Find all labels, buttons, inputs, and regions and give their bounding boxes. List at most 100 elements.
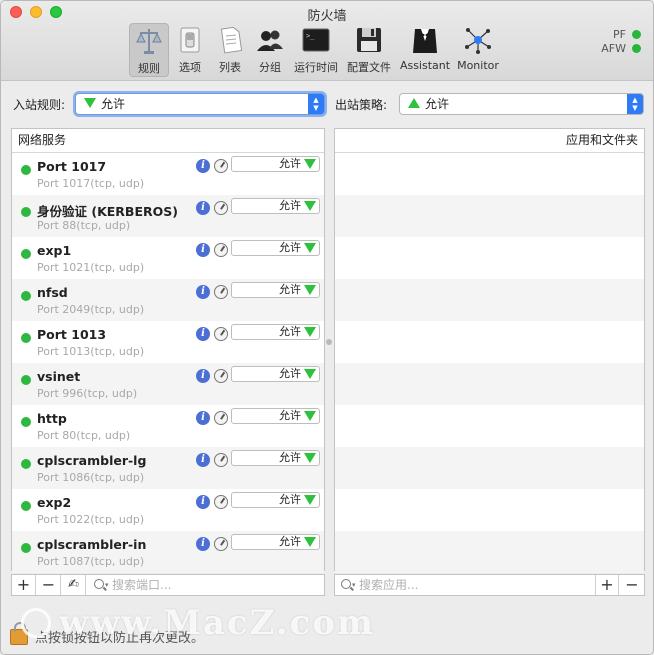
service-name: http [37, 411, 67, 426]
info-icon[interactable]: i [196, 201, 210, 215]
tab-assistant[interactable]: Assistant [397, 23, 453, 77]
info-icon[interactable]: i [196, 537, 210, 551]
tab-monitor[interactable]: Monitor [455, 23, 501, 77]
titlebar: 防火墙 规则 选项 列表 分组 >_ 运行时间 配置文件 Assistant M… [1, 1, 653, 81]
allow-down-arrow-icon [304, 495, 316, 505]
watermark-text: www.MacZ.com [59, 603, 376, 643]
service-policy-select[interactable]: 允许 [231, 492, 320, 508]
service-policy-select[interactable]: 允许 [231, 156, 320, 172]
tab-rules[interactable]: 规则 [129, 23, 169, 77]
apps-header: 应用和文件夹 [335, 129, 644, 153]
edit-service-button[interactable]: ✍ [62, 575, 86, 595]
service-policy-select[interactable]: 允许 [231, 198, 320, 214]
watermark-logo-icon [21, 608, 51, 638]
app-row [335, 195, 644, 237]
tab-profiles[interactable]: 配置文件 [345, 23, 393, 77]
tab-groups[interactable]: 分组 [253, 23, 287, 77]
tab-groups-label: 分组 [259, 61, 281, 74]
service-status-dot [21, 333, 31, 343]
info-icon[interactable]: i [196, 243, 210, 257]
service-policy-select[interactable]: 允许 [231, 240, 320, 256]
tab-profiles-label: 配置文件 [347, 61, 391, 74]
service-row[interactable]: exp1 Port 1021(tcp, udp) i 允许 [12, 237, 324, 279]
search-apps-input[interactable]: ▾ 搜索应用... [335, 575, 595, 595]
tab-runtime[interactable]: >_ 运行时间 [291, 23, 341, 77]
tab-options-label: 选项 [179, 61, 201, 74]
remove-service-button[interactable]: − [37, 575, 61, 595]
tab-monitor-label: Monitor [457, 59, 499, 72]
service-row[interactable]: 身份验证 (KERBEROS) Port 88(tcp, udp) i 允许 [12, 195, 324, 237]
service-port: Port 1021(tcp, udp) [37, 261, 145, 274]
gauge-icon[interactable] [214, 201, 228, 215]
outbound-policy-select[interactable]: 允许 ▲ ▼ [399, 93, 644, 115]
allow-down-arrow-icon [304, 537, 316, 547]
service-port: Port 80(tcp, udp) [37, 429, 131, 442]
info-icon[interactable]: i [196, 411, 210, 425]
info-icon[interactable]: i [196, 327, 210, 341]
tab-rules-label: 规则 [138, 62, 160, 75]
service-status-dot [21, 375, 31, 385]
info-icon[interactable]: i [196, 453, 210, 467]
allow-down-arrow-icon [84, 98, 96, 108]
afw-status-dot [632, 44, 641, 53]
service-row[interactable]: vsinet Port 996(tcp, udp) i 允许 [12, 363, 324, 405]
app-row [335, 531, 644, 573]
service-row[interactable]: nfsd Port 2049(tcp, udp) i 允许 [12, 279, 324, 321]
inbound-rules-value: 允许 [101, 97, 126, 111]
gauge-icon[interactable] [214, 285, 228, 299]
split-divider-handle[interactable] [326, 339, 332, 345]
tab-runtime-label: 运行时间 [294, 61, 338, 74]
search-ports-input[interactable]: ▾ 搜索端口... [88, 575, 324, 595]
remove-app-button[interactable]: − [620, 575, 644, 595]
service-row[interactable]: Port 1017 Port 1017(tcp, udp) i 允许 [12, 153, 324, 195]
gauge-icon[interactable] [214, 327, 228, 341]
service-policy-value: 允许 [279, 409, 301, 422]
allow-down-arrow-icon [304, 285, 316, 295]
add-service-button[interactable]: + [12, 575, 36, 595]
service-row[interactable]: exp2 Port 1022(tcp, udp) i 允许 [12, 489, 324, 531]
tab-list[interactable]: 列表 [213, 23, 247, 77]
service-row[interactable]: cplscrambler-lg Port 1086(tcp, udp) i 允许 [12, 447, 324, 489]
gauge-icon[interactable] [214, 411, 228, 425]
users-icon [257, 30, 283, 51]
service-policy-select[interactable]: 允许 [231, 324, 320, 340]
allow-down-arrow-icon [304, 369, 316, 379]
app-row [335, 237, 644, 279]
gauge-icon[interactable] [214, 243, 228, 257]
gauge-icon[interactable] [214, 453, 228, 467]
service-policy-select[interactable]: 允许 [231, 282, 320, 298]
tab-options[interactable]: 选项 [173, 23, 207, 77]
gauge-icon[interactable] [214, 537, 228, 551]
add-app-button[interactable]: + [595, 575, 619, 595]
info-icon[interactable]: i [196, 159, 210, 173]
info-icon[interactable]: i [196, 495, 210, 509]
search-apps-placeholder: 搜索应用... [359, 578, 419, 592]
floppy-icon [357, 28, 381, 52]
service-name: 身份验证 (KERBEROS) [37, 204, 178, 219]
service-name: Port 1017 [37, 159, 107, 174]
gauge-icon[interactable] [214, 495, 228, 509]
service-row[interactable]: cplscrambler-in Port 1087(tcp, udp) i 允许 [12, 531, 324, 573]
service-policy-select[interactable]: 允许 [231, 534, 320, 550]
service-status-dot [21, 543, 31, 553]
allow-down-arrow-icon [304, 327, 316, 337]
service-policy-value: 允许 [279, 241, 301, 254]
info-icon[interactable]: i [196, 369, 210, 383]
service-status-dot [21, 165, 31, 175]
gauge-icon[interactable] [214, 159, 228, 173]
service-row[interactable]: Port 1013 Port 1013(tcp, udp) i 允许 [12, 321, 324, 363]
service-name: nfsd [37, 285, 68, 300]
service-policy-select[interactable]: 允许 [231, 450, 320, 466]
outbound-policy-value: 允许 [425, 97, 450, 111]
service-policy-select[interactable]: 允许 [231, 408, 320, 424]
gauge-icon[interactable] [214, 369, 228, 383]
service-port: Port 996(tcp, udp) [37, 387, 138, 400]
inbound-rules-select[interactable]: 允许 ▲ ▼ [75, 93, 325, 115]
info-icon[interactable]: i [196, 285, 210, 299]
service-policy-select[interactable]: 允许 [231, 366, 320, 382]
search-icon [94, 579, 104, 589]
service-port: Port 88(tcp, udp) [37, 219, 131, 232]
service-row[interactable]: http Port 80(tcp, udp) i 允许 [12, 405, 324, 447]
apps-bottom-bar: ▾ 搜索应用... + − [334, 574, 645, 596]
window-title: 防火墙 [307, 9, 347, 24]
